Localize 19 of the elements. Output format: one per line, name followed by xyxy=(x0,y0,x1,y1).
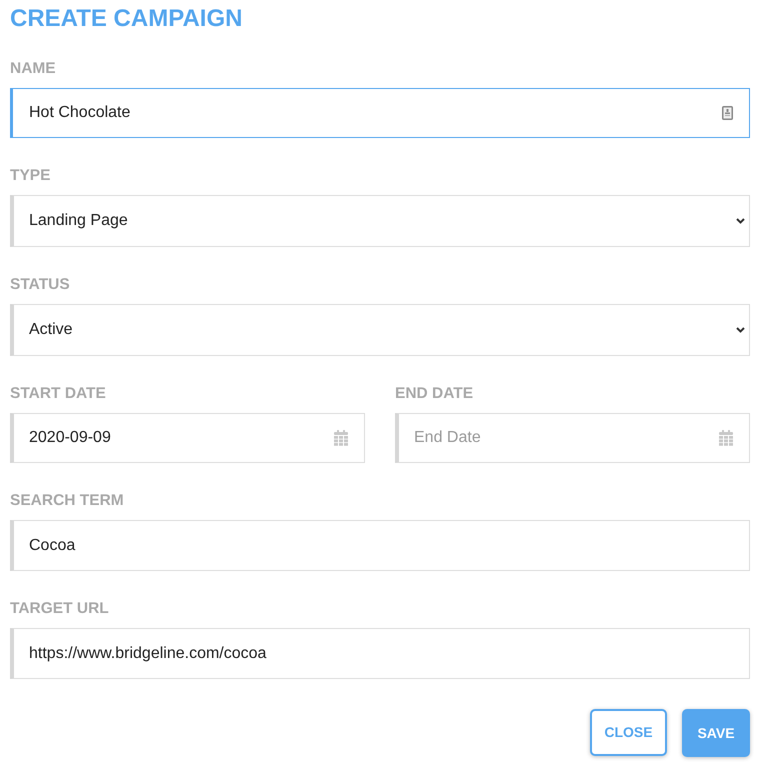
field-label: START DATE xyxy=(10,384,106,404)
calendar-icon[interactable] xyxy=(334,430,348,446)
field-label: NAME xyxy=(10,59,56,79)
text-field[interactable]: https://www.bridgeline.com/cocoa xyxy=(10,628,750,679)
dialog-title: CREATE CAMPAIGN xyxy=(10,4,242,34)
field-label: TYPE xyxy=(10,166,50,186)
dropdown-select[interactable]: Active xyxy=(10,304,750,356)
calendar-icon[interactable] xyxy=(719,430,733,446)
field-label: SEARCH TERM xyxy=(10,491,124,511)
date-field[interactable]: 2020-09-09 xyxy=(10,413,365,463)
field-label: END DATE xyxy=(395,384,474,404)
field-label: STATUS xyxy=(10,275,70,295)
chevron-down-icon xyxy=(736,327,745,333)
contact-card-icon[interactable] xyxy=(722,106,733,120)
field-label: TARGET URL xyxy=(10,599,109,619)
text-field[interactable]: Hot Chocolate xyxy=(10,88,750,138)
text-field[interactable]: Cocoa xyxy=(10,520,750,571)
dropdown-select[interactable]: Landing Page xyxy=(10,195,750,247)
chevron-down-icon xyxy=(736,218,745,224)
